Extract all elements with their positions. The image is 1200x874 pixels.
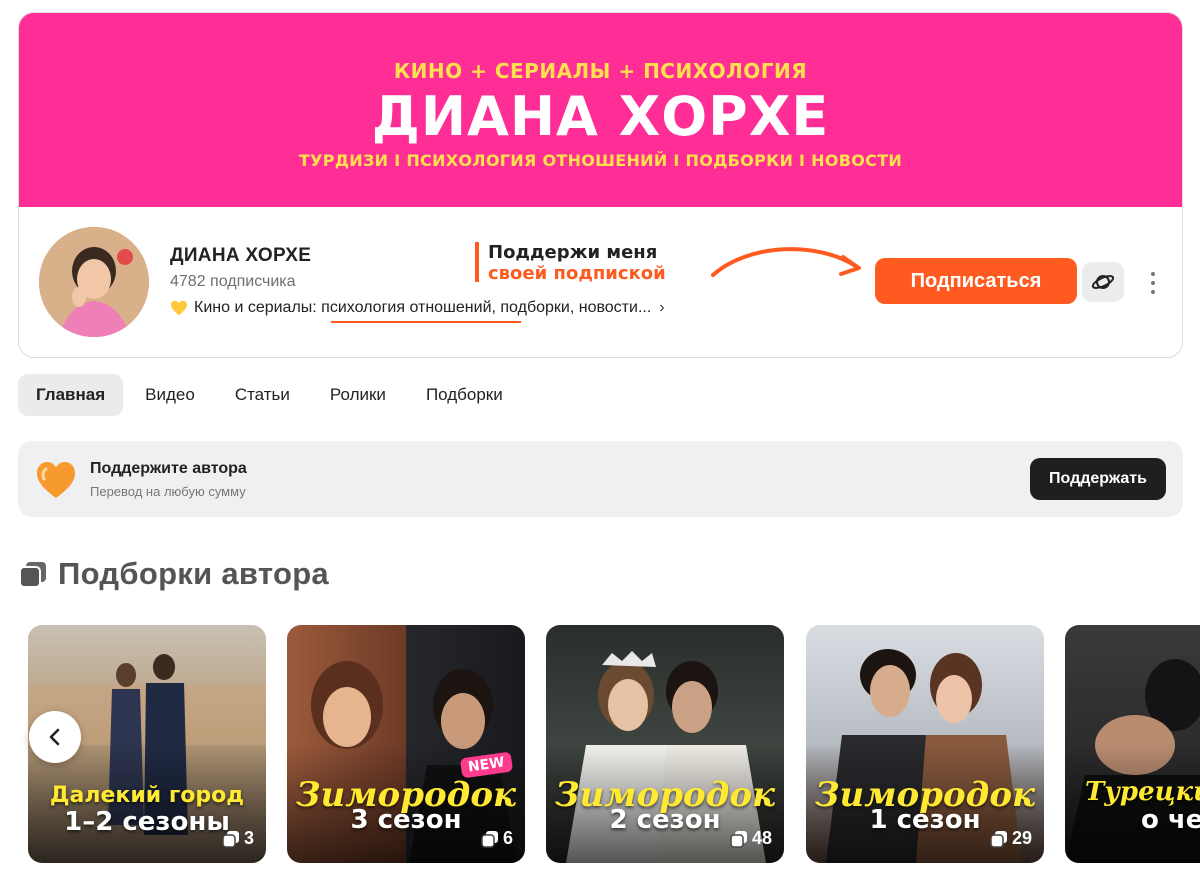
section-title-text: Подборки автора	[58, 556, 329, 591]
chevron-left-icon	[49, 728, 60, 746]
banner-subline: ТУРДИЗИ I ПСИХОЛОГИЯ ОТНОШЕНИЙ I ПОДБОРК…	[298, 151, 903, 170]
collection-count-value: 48	[751, 828, 772, 848]
collection-title: Турецкие с	[1085, 777, 1200, 807]
collection-season: о чем	[1141, 805, 1200, 835]
promo-bar	[475, 242, 479, 282]
collection-count-value: 3	[243, 828, 254, 848]
collection-icon	[19, 562, 46, 588]
collection-title: Далекий город	[49, 783, 245, 808]
promo-line-1: Поддержи меня	[488, 242, 658, 263]
support-author-card: Поддержите автора Перевод на любую сумму…	[18, 441, 1183, 517]
collection-count: 48	[730, 828, 772, 849]
carousel-prev-button[interactable]	[29, 711, 81, 763]
collection-count-value: 29	[1011, 828, 1032, 848]
tab-video[interactable]: Видео	[127, 374, 213, 416]
subscribe-button[interactable]: Подписаться	[875, 258, 1077, 304]
planet-icon	[1091, 275, 1115, 289]
collection-count-value: 6	[502, 828, 513, 848]
curved-arrow-icon	[711, 247, 861, 277]
support-title: Поддержите автора	[90, 460, 247, 477]
support-subtitle: Перевод на любую сумму	[90, 484, 246, 499]
collection-card[interactable]: NEW Зимородок 3 сезон 6	[287, 625, 525, 863]
more-vertical-icon[interactable]	[1145, 269, 1161, 297]
collection-count: 29	[990, 828, 1032, 849]
channel-name[interactable]: ДИАНА ХОРХЕ	[170, 245, 311, 267]
collections-section-title: Подборки автора	[18, 556, 329, 592]
channel-description-text: Кино и сериалы: психология отношений, по…	[194, 299, 652, 316]
banner-tagline: КИНО + СЕРИАЛЫ + ПСИХОЛОГИЯ	[393, 59, 808, 83]
orange-heart-icon	[37, 462, 75, 498]
tab-main[interactable]: Главная	[18, 374, 124, 416]
description-underline	[331, 321, 521, 323]
collection-card[interactable]: Зимородок 2 сезон 48	[546, 625, 784, 863]
planet-button[interactable]	[1082, 262, 1124, 302]
collection-card[interactable]: Зимородок 1 сезон 29	[806, 625, 1044, 863]
tab-articles[interactable]: Статьи	[217, 374, 308, 416]
channel-header-card: КИНО + СЕРИАЛЫ + ПСИХОЛОГИЯ ДИАНА ХОРХЕ …	[18, 12, 1183, 358]
channel-banner: КИНО + СЕРИАЛЫ + ПСИХОЛОГИЯ ДИАНА ХОРХЕ …	[19, 13, 1182, 207]
tab-collections[interactable]: Подборки	[408, 374, 521, 416]
channel-tabs: Главная Видео Статьи Ролики Подборки	[18, 374, 521, 416]
collection-icon	[222, 830, 239, 848]
banner-title: ДИАНА ХОРХЕ	[371, 85, 830, 148]
collection-card[interactable]: Турецкие с о чем	[1065, 625, 1200, 863]
tab-shorts[interactable]: Ролики	[312, 374, 404, 416]
yellow-heart-icon	[171, 300, 187, 316]
support-button[interactable]: Поддержать	[1030, 458, 1166, 500]
collection-icon	[481, 830, 498, 848]
collection-icon	[730, 830, 747, 848]
channel-description[interactable]: Кино и сериалы: психология отношений, по…	[170, 299, 665, 317]
chevron-right-icon[interactable]: ›	[659, 299, 664, 317]
subscriber-count: 4782 подписчика	[170, 273, 296, 290]
promo-line-2: своей подпиской	[488, 263, 666, 284]
collection-count: 3	[222, 828, 254, 849]
collection-icon	[990, 830, 1007, 848]
collection-count: 6	[481, 828, 513, 849]
avatar[interactable]	[39, 227, 149, 337]
